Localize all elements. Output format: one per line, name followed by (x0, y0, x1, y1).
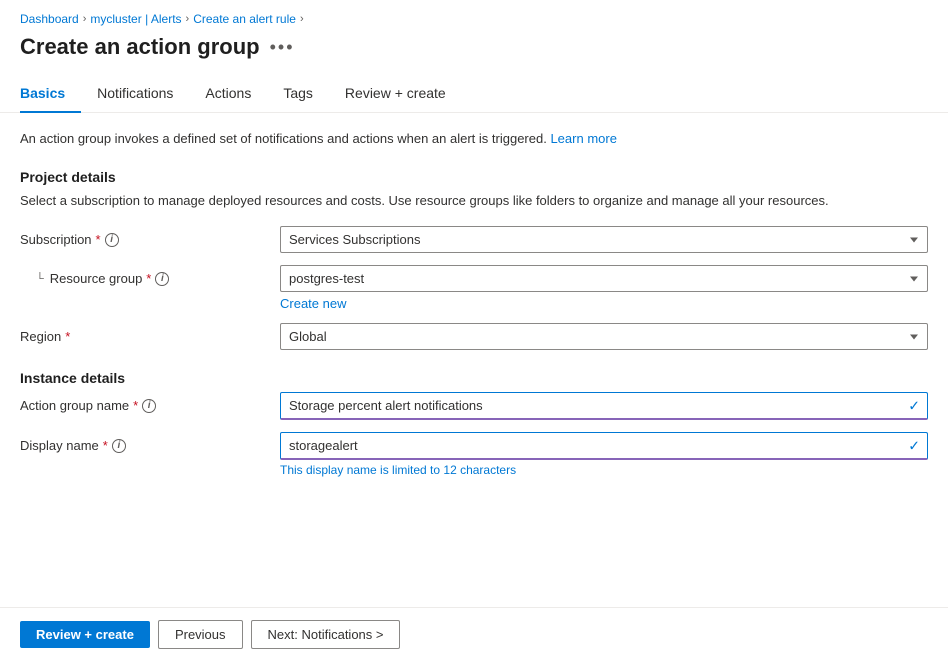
resource-group-required: * (146, 271, 151, 286)
create-new-link[interactable]: Create new (280, 296, 346, 311)
page-header: Create an action group ••• (0, 34, 948, 76)
region-label: Region * (20, 329, 260, 344)
breadcrumb: Dashboard › mycluster | Alerts › Create … (0, 0, 948, 34)
instance-details-section: Instance details Action group name * i ✓ (20, 370, 928, 477)
display-name-input-wrapper: ✓ (280, 432, 928, 460)
resource-group-row: └ Resource group * i postgres-test Creat… (20, 265, 928, 311)
breadcrumb-sep-2: › (186, 13, 190, 25)
previous-button[interactable]: Previous (158, 620, 243, 649)
action-group-name-label: Action group name * i (20, 398, 260, 413)
connector-symbol: └ (36, 273, 44, 285)
action-group-name-input-wrapper: ✓ (280, 392, 928, 420)
subscription-row: Subscription * i Services Subscriptions (20, 226, 928, 253)
display-name-required: * (103, 438, 108, 453)
breadcrumb-dashboard[interactable]: Dashboard (20, 12, 79, 26)
instance-details-title: Instance details (20, 370, 928, 386)
breadcrumb-mycluster[interactable]: mycluster | Alerts (90, 12, 181, 26)
project-details-section: Project details Select a subscription to… (20, 169, 928, 351)
action-group-name-row: Action group name * i ✓ (20, 392, 928, 420)
resource-group-select[interactable]: postgres-test (280, 265, 928, 292)
action-group-name-check-icon: ✓ (908, 398, 920, 415)
action-group-name-info-icon[interactable]: i (142, 399, 156, 413)
learn-more-link[interactable]: Learn more (550, 131, 616, 146)
tabs-container: Basics Notifications Actions Tags Review… (0, 76, 948, 113)
breadcrumb-sep-1: › (83, 13, 87, 25)
resource-group-select-wrapper: postgres-test (280, 265, 928, 292)
display-name-info-icon[interactable]: i (112, 439, 126, 453)
region-select[interactable]: Global (280, 323, 928, 350)
resource-group-info-icon[interactable]: i (155, 272, 169, 286)
project-details-title: Project details (20, 169, 928, 185)
subscription-select-wrapper: Services Subscriptions (280, 226, 928, 253)
page-title: Create an action group (20, 34, 260, 60)
subscription-required: * (96, 232, 101, 247)
action-group-name-required: * (133, 398, 138, 413)
next-button[interactable]: Next: Notifications > (251, 620, 401, 649)
subscription-info-icon[interactable]: i (105, 233, 119, 247)
tab-actions[interactable]: Actions (189, 77, 267, 113)
resource-group-label: Resource group * i (50, 271, 170, 286)
display-name-label: Display name * i (20, 438, 260, 453)
region-row: Region * Global (20, 323, 928, 350)
region-select-wrapper: Global (280, 323, 928, 350)
region-required: * (65, 329, 70, 344)
review-create-button[interactable]: Review + create (20, 621, 150, 648)
display-name-hint: This display name is limited to 12 chara… (280, 463, 928, 477)
content-area: An action group invokes a defined set of… (0, 113, 948, 607)
more-options-icon[interactable]: ••• (270, 37, 295, 58)
tab-notifications[interactable]: Notifications (81, 77, 189, 113)
action-group-name-input[interactable] (280, 392, 928, 420)
display-name-row: Display name * i ✓ This display name is … (20, 432, 928, 477)
breadcrumb-create-alert[interactable]: Create an alert rule (193, 12, 296, 26)
footer: Review + create Previous Next: Notificat… (0, 607, 948, 661)
display-name-input[interactable] (280, 432, 928, 460)
display-name-check-icon: ✓ (908, 438, 920, 455)
description-text: An action group invokes a defined set of… (20, 129, 928, 149)
tab-tags[interactable]: Tags (267, 77, 329, 113)
tab-basics[interactable]: Basics (20, 77, 81, 113)
project-details-description: Select a subscription to manage deployed… (20, 191, 928, 211)
subscription-label: Subscription * i (20, 232, 260, 247)
breadcrumb-sep-3: › (300, 13, 304, 25)
tab-review-create[interactable]: Review + create (329, 77, 462, 113)
subscription-select[interactable]: Services Subscriptions (280, 226, 928, 253)
